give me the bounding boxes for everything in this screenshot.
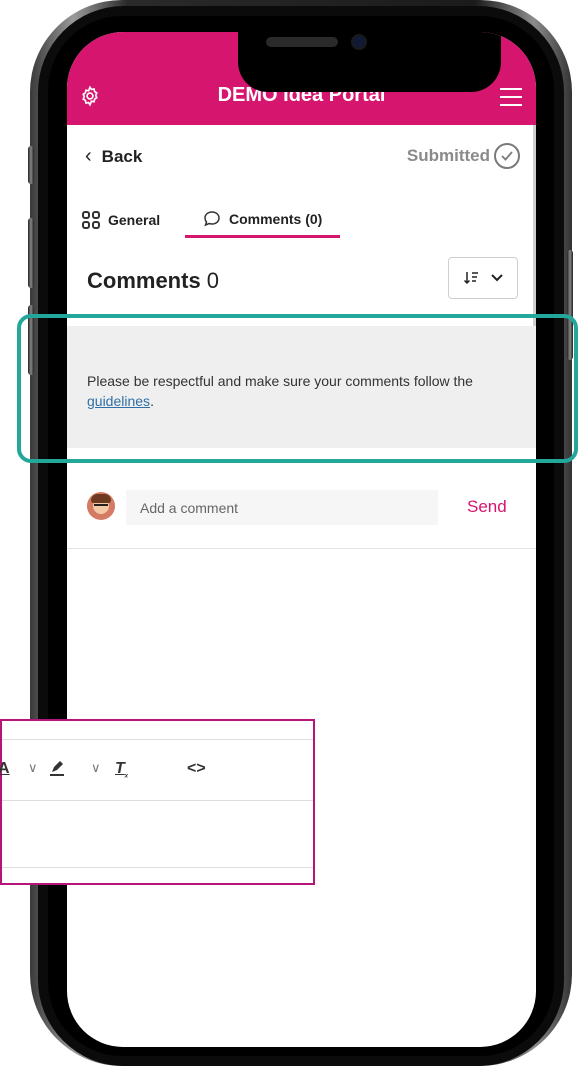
sort-order-icon bbox=[463, 272, 478, 285]
highlighter-icon[interactable] bbox=[49, 760, 65, 776]
editor-toolbar-callout: A ∨ ∨ Tₓ <> bbox=[0, 719, 315, 885]
clear-format-label: T bbox=[115, 760, 125, 777]
chevron-down-icon[interactable]: ∨ bbox=[91, 760, 101, 776]
clear-format-button[interactable]: Tₓ bbox=[115, 760, 128, 779]
phone-screen: DEMO Idea Portal ‹ Back Submitted General… bbox=[67, 32, 536, 1047]
editor-divider bbox=[2, 867, 313, 868]
tab-comments[interactable]: Comments (0) bbox=[185, 202, 341, 238]
add-comment-row: Add a comment Send bbox=[67, 470, 536, 549]
chevron-left-icon: ‹ bbox=[85, 145, 92, 167]
send-button[interactable]: Send bbox=[467, 497, 507, 517]
hamburger-menu-icon[interactable] bbox=[500, 88, 522, 106]
status-label: Submitted bbox=[406, 146, 490, 165]
code-button[interactable]: <> bbox=[187, 760, 206, 778]
font-color-button[interactable]: A bbox=[0, 760, 10, 778]
check-circle-icon bbox=[494, 143, 520, 169]
phone-side-button bbox=[28, 146, 34, 184]
tab-comments-label: Comments (0) bbox=[229, 210, 323, 227]
comments-heading-label: Comments bbox=[87, 268, 201, 293]
grid-icon bbox=[82, 211, 100, 229]
back-button[interactable]: ‹ Back bbox=[85, 145, 142, 168]
phone-speaker bbox=[266, 37, 338, 47]
back-label: Back bbox=[101, 147, 143, 166]
phone-volume-up-button bbox=[28, 218, 34, 288]
notice-highlight-outline bbox=[17, 314, 578, 463]
speech-bubble-icon bbox=[204, 210, 220, 226]
comments-heading: Comments 0 bbox=[87, 268, 219, 294]
sort-dropdown[interactable] bbox=[448, 257, 518, 299]
phone-camera bbox=[353, 36, 365, 48]
comments-count: 0 bbox=[206, 268, 219, 293]
tab-general[interactable]: General bbox=[82, 202, 160, 238]
chevron-down-icon bbox=[491, 274, 503, 282]
status-badge: Submitted bbox=[407, 143, 520, 169]
avatar bbox=[87, 492, 115, 520]
editor-toolbar: A ∨ ∨ Tₓ <> bbox=[0, 739, 313, 801]
chevron-down-icon[interactable]: ∨ bbox=[28, 760, 38, 776]
tab-general-label: General bbox=[108, 212, 161, 228]
comment-input[interactable]: Add a comment bbox=[126, 490, 438, 525]
tab-bar: General Comments (0) bbox=[67, 202, 536, 238]
